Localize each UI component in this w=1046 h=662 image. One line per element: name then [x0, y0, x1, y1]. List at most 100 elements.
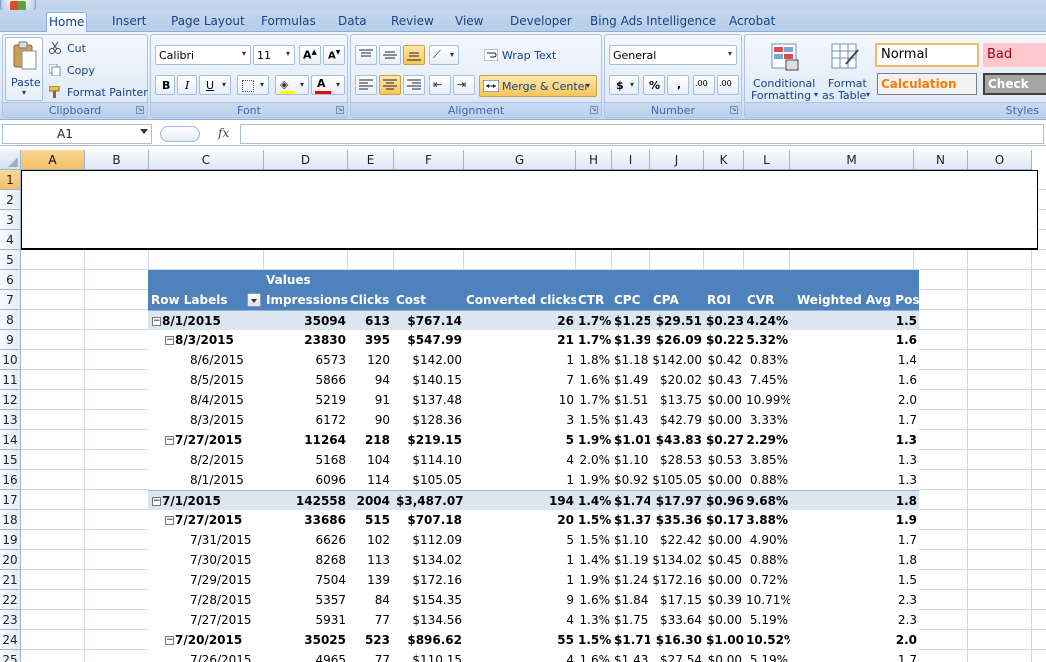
cell-cpc[interactable]: $1.74 [612, 491, 650, 511]
cell-converted-clicks[interactable]: 21 [464, 330, 576, 350]
cell-roi[interactable]: $0.96 [704, 491, 744, 511]
cell-converted-clicks[interactable]: 1 [464, 350, 576, 370]
cell-cpc[interactable]: $1.24 [612, 570, 650, 590]
cell-weighted-avg-pos[interactable]: 1.7 [790, 530, 919, 550]
column-header-n[interactable]: N [914, 150, 968, 170]
number-dialog-launcher[interactable]: ↘ [730, 106, 738, 114]
cell-cpc[interactable]: $1.37 [612, 510, 650, 530]
column-header-a[interactable]: A [21, 150, 85, 170]
cell-roi[interactable]: $0.53 [704, 450, 744, 470]
orientation-button[interactable]: ⟋ ▾ [429, 45, 459, 65]
cell-cost[interactable]: $134.56 [394, 610, 464, 630]
column-header-d[interactable]: D [264, 150, 348, 170]
cell-weighted-avg-pos[interactable]: 1.4 [790, 350, 919, 370]
cell-cpa[interactable]: $142.00 [650, 350, 704, 370]
cell-roi[interactable]: $0.00 [704, 610, 744, 630]
cell-cost[interactable]: $114.10 [394, 450, 464, 470]
merge-center-button[interactable]: Merge & Center ▾ [479, 75, 597, 97]
cell-cpa[interactable]: $26.09 [650, 330, 704, 350]
cell-cvr[interactable]: 0.72% [744, 570, 790, 590]
cell-cvr[interactable]: 3.33% [744, 410, 790, 430]
row-header-15[interactable]: 15 [0, 450, 21, 470]
cut-button[interactable]: Cut [67, 42, 86, 55]
column-header-j[interactable]: J [650, 150, 704, 170]
cell-impressions[interactable]: 142558 [264, 491, 348, 511]
cell-impressions[interactable]: 35094 [264, 311, 348, 331]
percent-button[interactable]: % [643, 75, 665, 95]
cell-cpc[interactable]: $1.01 [612, 430, 650, 450]
cell-cost[interactable]: $142.00 [394, 350, 464, 370]
comma-style-button[interactable]: , [667, 75, 689, 95]
column-header-m[interactable]: M [790, 150, 914, 170]
row-header-23[interactable]: 23 [0, 610, 21, 630]
cell-cpa[interactable]: $17.97 [650, 491, 704, 511]
cell-impressions[interactable]: 8268 [264, 550, 348, 570]
collapse-icon[interactable]: − [165, 636, 174, 645]
cell-weighted-avg-pos[interactable]: 1.3 [790, 450, 919, 470]
underline-button[interactable]: U ▾ [199, 75, 231, 95]
cell-impressions[interactable]: 6573 [264, 350, 348, 370]
bottom-align-button[interactable] [403, 45, 425, 65]
decrease-decimal-button[interactable]: .00 [717, 75, 739, 95]
cell-converted-clicks[interactable]: 4 [464, 610, 576, 630]
cell-clicks[interactable]: 114 [348, 470, 392, 490]
cell-weighted-avg-pos[interactable]: 1.9 [790, 510, 919, 530]
cell-cpc[interactable]: $1.49 [612, 370, 650, 390]
cell-cpa[interactable]: $27.54 [650, 650, 704, 662]
cell-impressions[interactable]: 23830 [264, 330, 348, 350]
italic-button[interactable]: I [177, 75, 197, 95]
cell-ctr[interactable]: 1.4% [576, 491, 612, 511]
row-header-20[interactable]: 20 [0, 550, 21, 570]
cell-cpa[interactable]: $20.02 [650, 370, 704, 390]
conditional-formatting-button[interactable]: Conditional Formatting ▾ [749, 37, 819, 102]
cell-ctr[interactable]: 1.5% [576, 530, 612, 550]
cell-clicks[interactable]: 2004 [348, 491, 392, 511]
tab-acrobat[interactable]: Acrobat [727, 12, 777, 32]
row-header-3[interactable]: 3 [0, 210, 21, 230]
style-normal[interactable]: Normal [875, 43, 979, 67]
font-color-button[interactable]: A ▾ [311, 75, 345, 95]
cell-cpa[interactable]: $28.53 [650, 450, 704, 470]
cell-ctr[interactable]: 1.6% [576, 650, 612, 662]
column-header-f[interactable]: F [394, 150, 464, 170]
cell-impressions[interactable]: 6626 [264, 530, 348, 550]
row-header-12[interactable]: 12 [0, 390, 21, 410]
cell-cvr[interactable]: 0.88% [744, 550, 790, 570]
cell-weighted-avg-pos[interactable]: 1.8 [790, 491, 919, 511]
collapse-icon[interactable]: − [165, 436, 174, 445]
cell-ctr[interactable]: 1.6% [576, 590, 612, 610]
cell-impressions[interactable]: 5357 [264, 590, 348, 610]
cell-clicks[interactable]: 94 [348, 370, 392, 390]
column-header-c[interactable]: C [149, 150, 264, 170]
row-header-7[interactable]: 7 [0, 290, 21, 310]
cell-impressions[interactable]: 5866 [264, 370, 348, 390]
cell-roi[interactable]: $1.00 [704, 630, 744, 650]
cell-cost[interactable]: $128.36 [394, 410, 464, 430]
bold-button[interactable]: B [155, 75, 175, 95]
cell-roi[interactable]: $0.00 [704, 650, 744, 662]
cell-cpa[interactable]: $16.30 [650, 630, 704, 650]
cell-converted-clicks[interactable]: 20 [464, 510, 576, 530]
cell-ctr[interactable]: 1.3% [576, 610, 612, 630]
cell-clicks[interactable]: 613 [348, 311, 392, 331]
cell-ctr[interactable]: 1.4% [576, 550, 612, 570]
cell-cost[interactable]: $172.16 [394, 570, 464, 590]
row-labels-filter-dropdown[interactable] [247, 293, 261, 307]
collapse-icon[interactable]: − [165, 336, 174, 345]
cell-converted-clicks[interactable]: 55 [464, 630, 576, 650]
cell-impressions[interactable]: 35025 [264, 630, 348, 650]
collapse-icon[interactable]: − [165, 516, 174, 525]
align-left-button[interactable] [355, 75, 377, 95]
cell-clicks[interactable]: 139 [348, 570, 392, 590]
cell-cvr[interactable]: 4.24% [744, 311, 790, 331]
align-center-button[interactable] [379, 75, 401, 95]
tab-insert[interactable]: Insert [110, 12, 148, 32]
cell-roi[interactable]: $0.42 [704, 350, 744, 370]
cell-ctr[interactable]: 1.7% [576, 390, 612, 410]
cell-cvr[interactable]: 5.19% [744, 610, 790, 630]
cell-ctr[interactable]: 1.9% [576, 570, 612, 590]
cell-roi[interactable]: $0.27 [704, 430, 744, 450]
cell-cvr[interactable]: 0.83% [744, 350, 790, 370]
column-header-h[interactable]: H [576, 150, 612, 170]
cell-impressions[interactable]: 7504 [264, 570, 348, 590]
